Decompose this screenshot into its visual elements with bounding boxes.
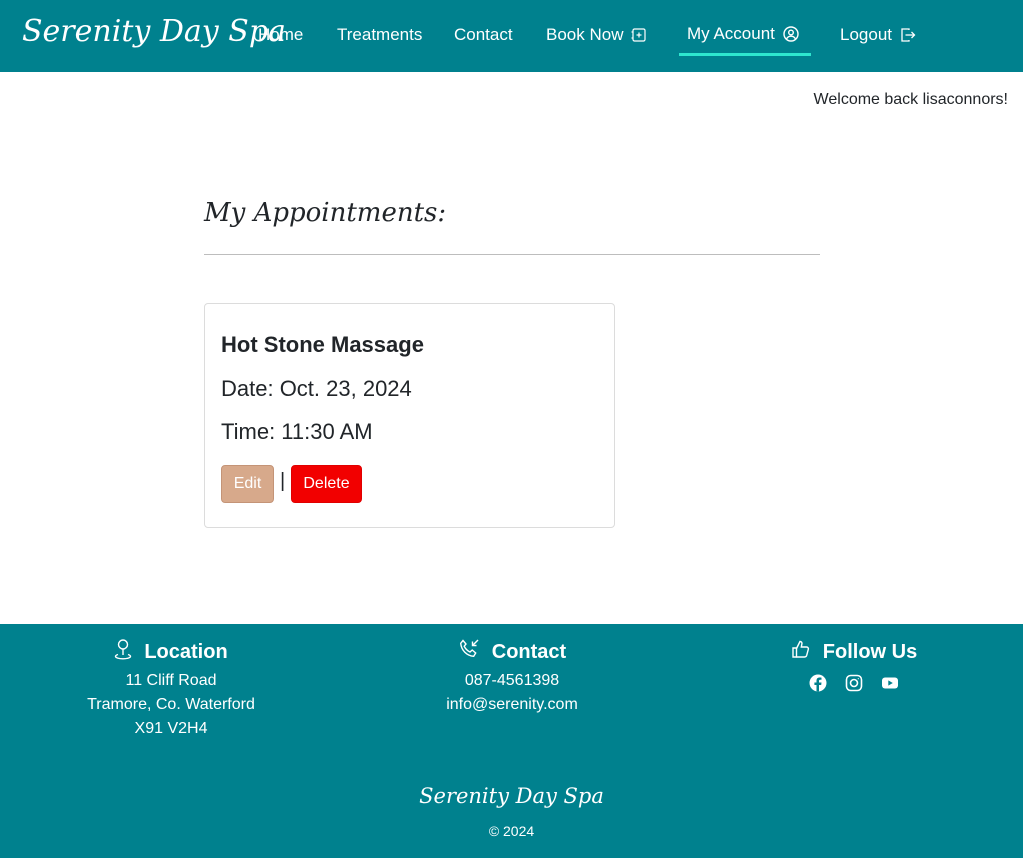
nav-my-account-label: My Account	[687, 24, 775, 43]
nav-contact[interactable]: Contact	[454, 25, 513, 45]
nav-treatments[interactable]: Treatments	[337, 25, 422, 45]
footer-contact: Contact 087-4561398 info@serenity.com	[382, 638, 642, 717]
footer-copyright: © 2024	[488, 823, 535, 839]
footer-contact-heading: Contact	[382, 638, 642, 666]
footer-location-title: Location	[144, 640, 228, 663]
address-line-2: Tramore, Co. Waterford	[87, 696, 255, 713]
address-line-1: 11 Cliff Road	[125, 672, 217, 689]
nav-treatments-label: Treatments	[337, 25, 423, 44]
social-links	[724, 674, 984, 692]
contact-email[interactable]: info@serenity.com	[382, 693, 642, 717]
edit-button[interactable]: Edit	[221, 465, 274, 503]
footer-follow-title: Follow Us	[822, 640, 918, 663]
nav-contact-label: Contact	[454, 25, 513, 44]
map-pin-icon	[114, 638, 132, 666]
nav-logout-label: Logout	[840, 25, 892, 44]
nav-book-now-label: Book Now	[546, 25, 624, 44]
button-separator: |	[280, 470, 286, 492]
nav-home-label: Home	[258, 25, 304, 44]
footer-contact-title: Contact	[491, 640, 567, 663]
address-line-3: X91 V2H4	[134, 720, 208, 737]
footer-location: Location 11 Cliff Road Tramore, Co. Wate…	[41, 638, 301, 741]
nav-logout[interactable]: Logout	[840, 25, 916, 45]
appointment-time: Time: 11:30 AM	[221, 419, 373, 444]
youtube-icon[interactable]	[881, 674, 899, 692]
nav-book-now[interactable]: Book Now	[546, 25, 647, 45]
appointment-date: Date: Oct. 23, 2024	[221, 376, 412, 401]
appointment-card: Hot Stone Massage Date: Oct. 23, 2024 Ti…	[204, 303, 615, 528]
logout-icon	[900, 27, 916, 43]
instagram-icon[interactable]	[845, 674, 863, 692]
contact-phone[interactable]: 087-4561398	[382, 669, 642, 693]
welcome-message: Welcome back lisaconnors!	[813, 91, 1008, 108]
thumbs-up-icon	[791, 639, 811, 665]
navbar: Serenity Day Spa Home Treatments Contact…	[0, 0, 1023, 72]
title-divider	[204, 254, 820, 255]
nav-my-account[interactable]: My Account	[687, 24, 799, 44]
calendar-plus-icon	[631, 27, 647, 43]
appointment-treatment: Hot Stone Massage	[221, 332, 424, 357]
brand-logo[interactable]: Serenity Day Spa	[22, 14, 286, 49]
footer: Location 11 Cliff Road Tramore, Co. Wate…	[0, 624, 1023, 858]
page-title: My Appointments:	[204, 198, 447, 228]
user-circle-icon	[783, 26, 799, 42]
footer-follow-heading: Follow Us	[724, 638, 984, 666]
footer-brand: Serenity Day Spa	[419, 784, 604, 808]
facebook-icon[interactable]	[809, 674, 827, 692]
nav-home[interactable]: Home	[258, 25, 303, 45]
footer-location-heading: Location	[41, 638, 301, 666]
active-nav-underline	[679, 53, 811, 56]
delete-button[interactable]: Delete	[291, 465, 362, 503]
footer-follow: Follow Us	[724, 638, 984, 692]
phone-icon	[458, 638, 480, 666]
